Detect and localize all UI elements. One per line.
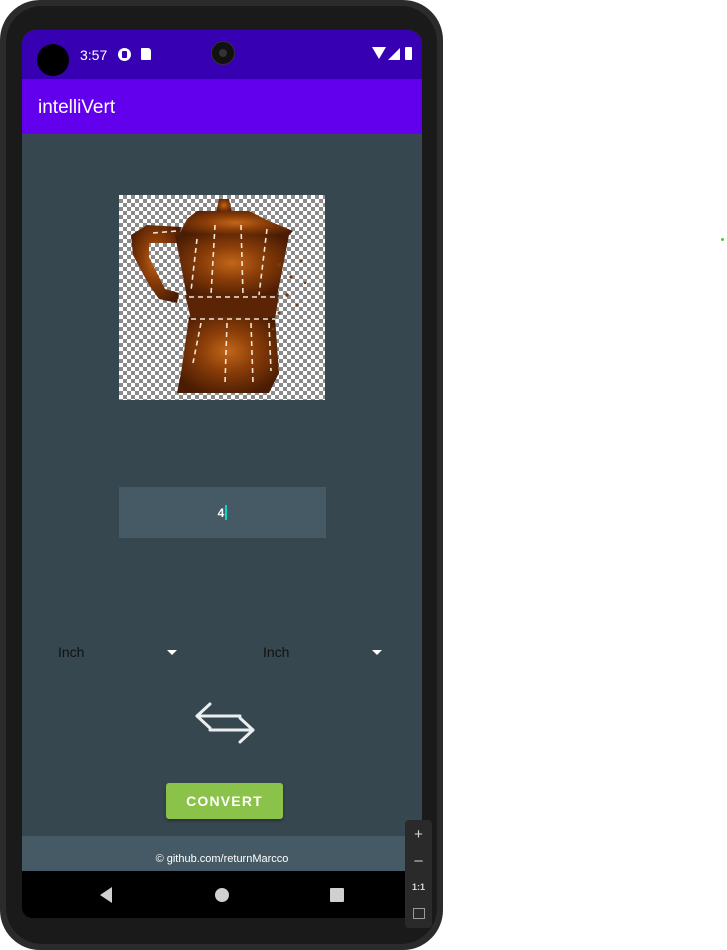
notification-icon xyxy=(118,48,131,61)
battery-icon xyxy=(405,47,412,60)
swap-arrows-icon xyxy=(195,702,255,744)
recents-icon[interactable] xyxy=(330,888,344,902)
dropdown-arrow-icon xyxy=(167,650,177,655)
fit-screen-icon[interactable] xyxy=(413,908,425,919)
wifi-icon xyxy=(372,47,386,59)
status-bar: 3:57 xyxy=(22,30,422,79)
home-icon[interactable] xyxy=(215,888,229,902)
sd-card-icon xyxy=(141,48,151,60)
from-unit-dropdown[interactable]: Inch xyxy=(58,632,208,668)
app-title: intelliVert xyxy=(38,97,116,118)
cell-signal-icon xyxy=(388,48,400,60)
zoom-out-button[interactable]: – xyxy=(405,848,432,874)
footer: © github.com/returnMarcco xyxy=(22,836,422,871)
front-camera-cutout xyxy=(37,44,69,76)
convert-button[interactable]: CONVERT xyxy=(166,783,283,819)
from-unit-label: Inch xyxy=(58,644,85,660)
to-unit-label: Inch xyxy=(263,644,290,660)
moka-pot-illustration xyxy=(131,199,307,393)
device-screen: 3:57 intelliVert 4 Inch Inch CONVERT © g… xyxy=(22,30,422,918)
text-cursor xyxy=(225,505,228,520)
app-bar: intelliVert xyxy=(22,79,422,134)
zoom-in-button[interactable]: + xyxy=(405,822,432,848)
emulator-zoom-panel: + – 1:1 xyxy=(405,820,432,928)
swap-units-button[interactable] xyxy=(192,698,258,748)
to-unit-dropdown[interactable]: Inch xyxy=(263,632,413,668)
value-input[interactable]: 4 xyxy=(119,487,326,538)
system-nav-bar xyxy=(22,871,422,918)
camera-lens-icon xyxy=(211,41,235,65)
footer-credit: © github.com/returnMarcco xyxy=(155,853,289,865)
emulator-frame: 3:57 intelliVert 4 Inch Inch CONVERT © g… xyxy=(0,0,443,950)
moka-pot-image xyxy=(119,195,325,400)
actual-size-button[interactable]: 1:1 xyxy=(405,874,432,900)
dropdown-arrow-icon xyxy=(372,650,382,655)
back-icon[interactable] xyxy=(100,887,112,903)
value-input-text: 4 xyxy=(217,505,225,520)
indicator-dot xyxy=(721,238,724,241)
status-time: 3:57 xyxy=(80,47,108,63)
